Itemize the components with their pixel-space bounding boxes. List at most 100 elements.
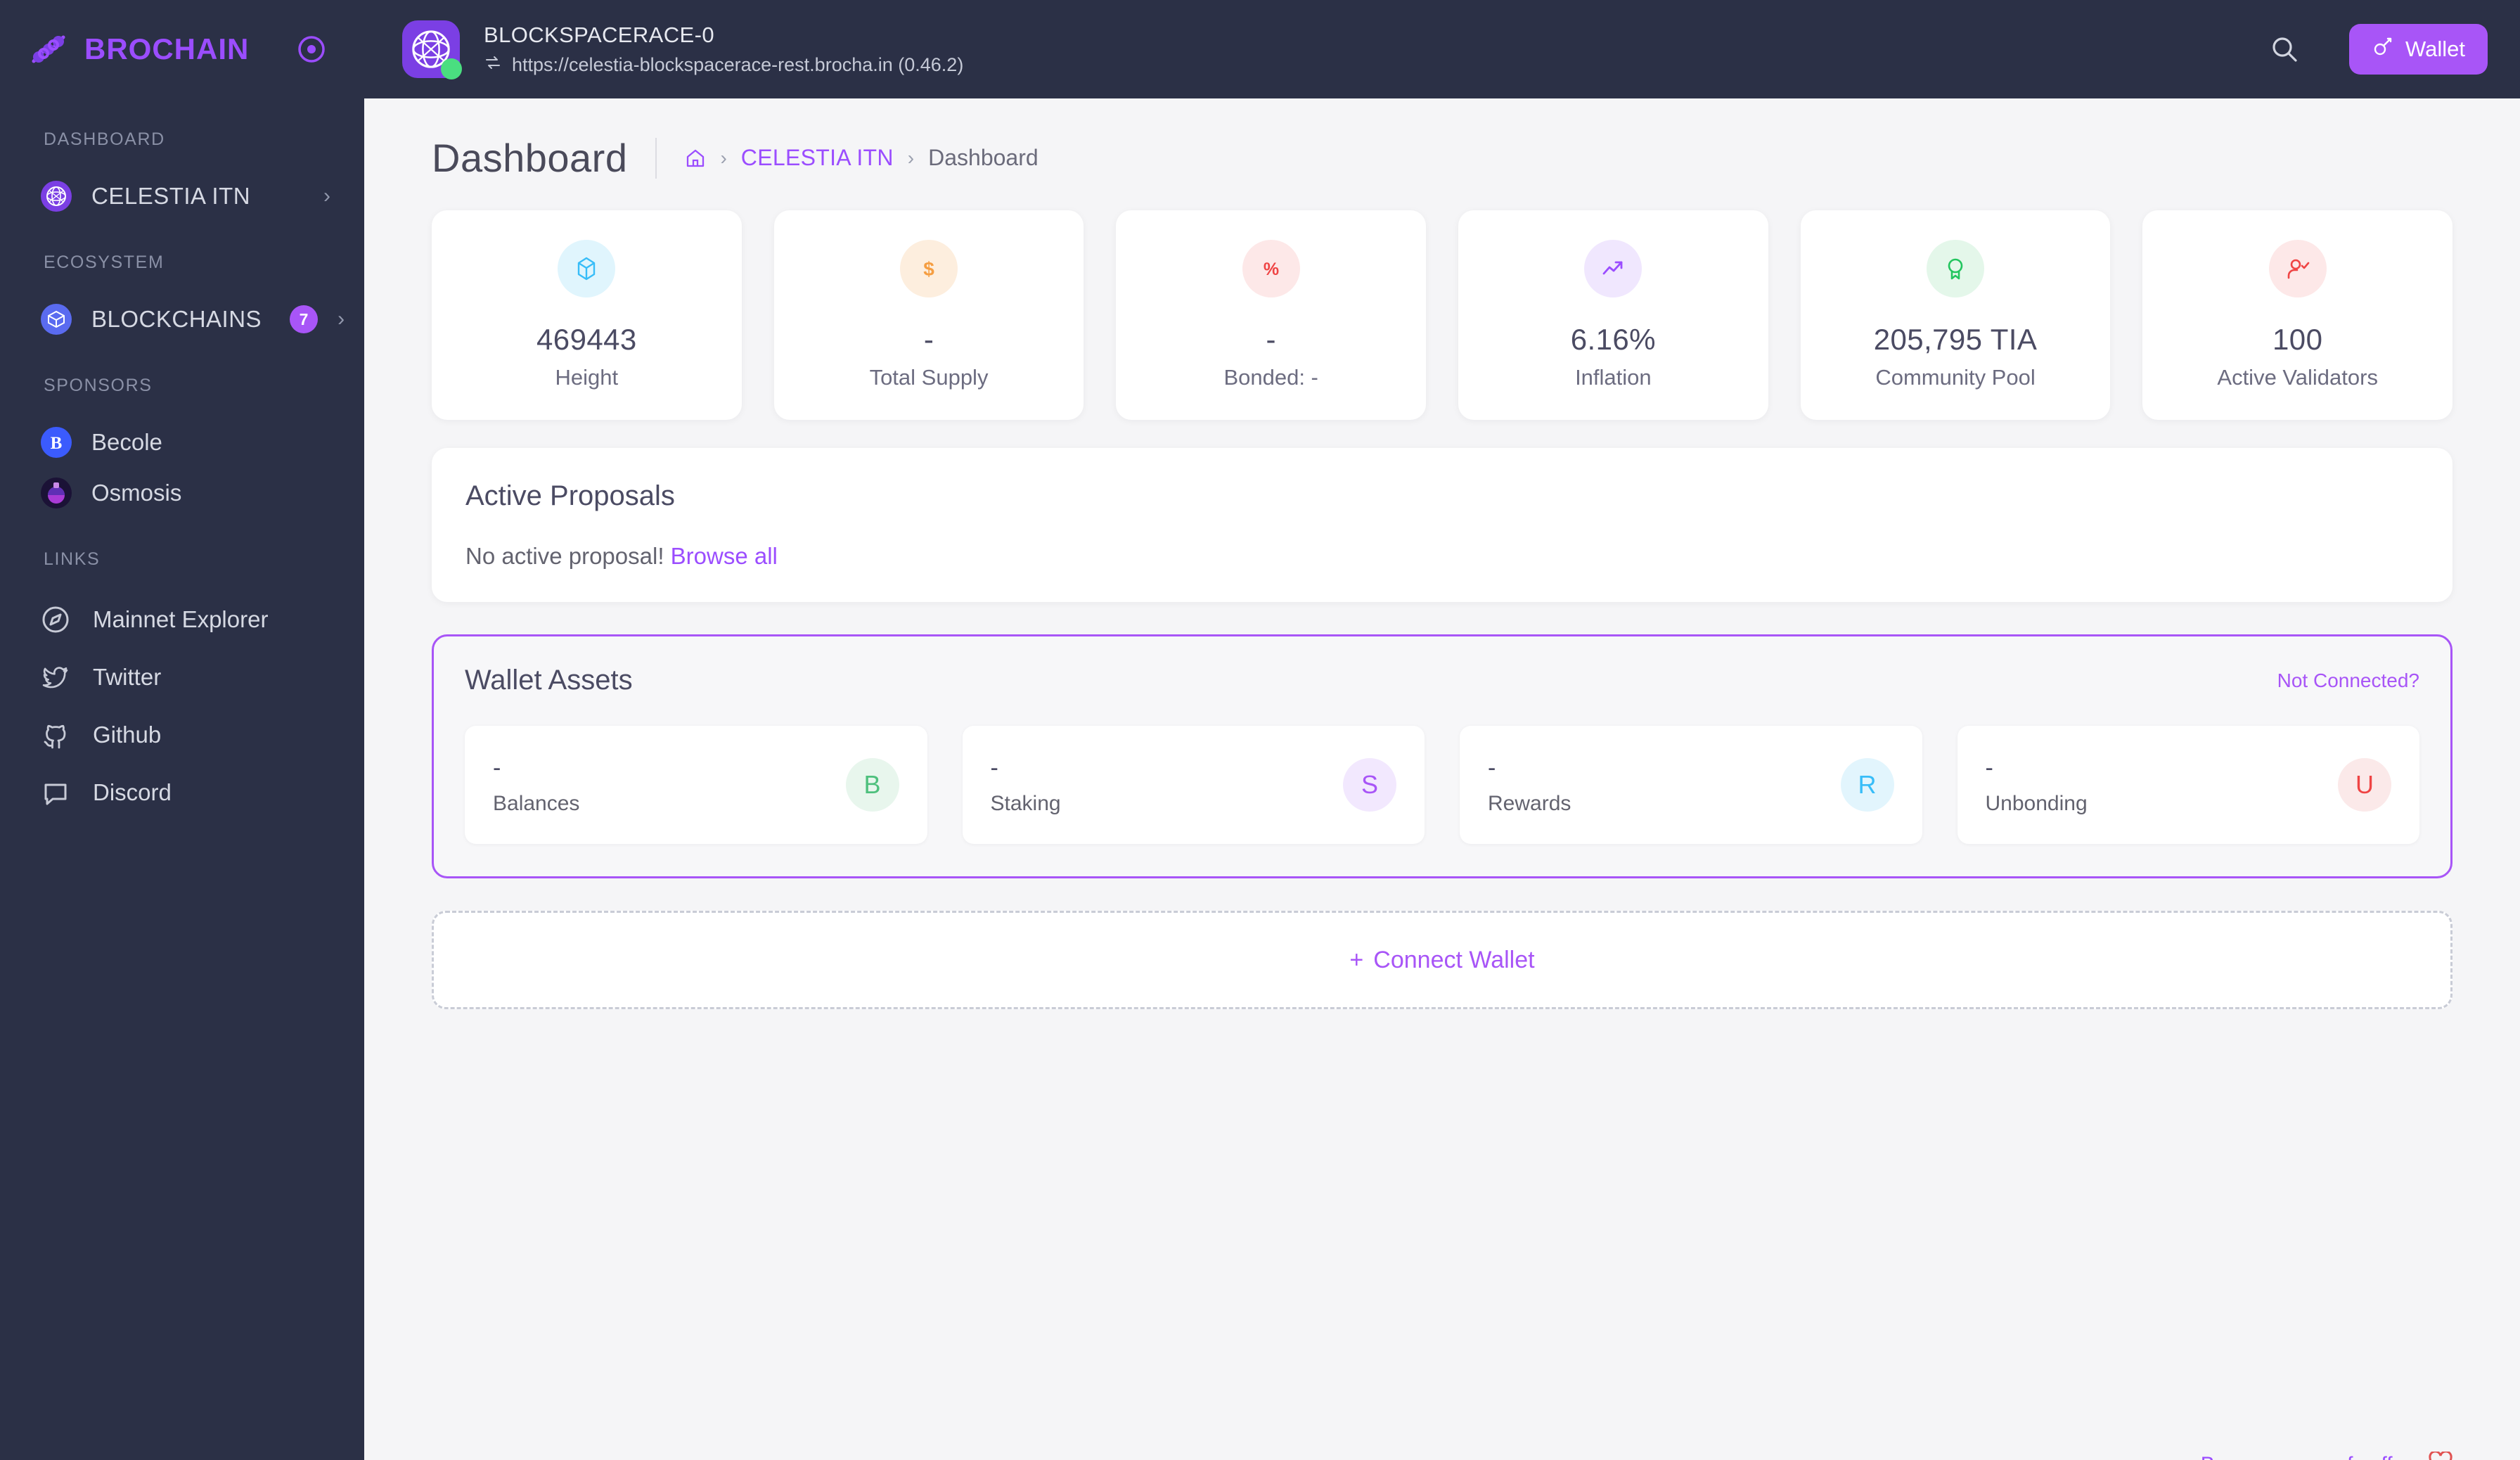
- stat-label: Active Validators: [2217, 365, 2378, 390]
- buy-coffee-link[interactable]: Buy me a cup of coffee: [2201, 1450, 2452, 1460]
- sidebar-item-celestia-itn[interactable]: CELESTIA ITN ›: [0, 171, 364, 222]
- not-connected-link[interactable]: Not Connected?: [2277, 670, 2419, 692]
- chain-status-dot: [441, 58, 462, 79]
- becole-logo-icon: B: [41, 427, 72, 458]
- user-check-icon: [2268, 240, 2327, 297]
- chat-bubble-icon: [39, 776, 72, 809]
- wallet-asset-rewards: - Rewards R: [1460, 726, 1922, 844]
- key-icon: [2372, 35, 2394, 63]
- wallet-asset-value: -: [1488, 754, 1496, 781]
- active-proposals-panel: Active Proposals No active proposal! Bro…: [432, 448, 2452, 602]
- avatar: U: [2338, 758, 2391, 812]
- stat-label: Community Pool: [1875, 365, 2036, 390]
- app-root: BROCHAIN DASHBOARD CELESTIA ITN › ECOSYS…: [0, 0, 2520, 1460]
- plus-icon: +: [1349, 946, 1364, 973]
- avatar: S: [1343, 758, 1396, 812]
- buy-coffee-label: Buy me a cup of coffee: [2201, 1453, 2416, 1460]
- svg-text:%: %: [1264, 260, 1279, 279]
- wallet-asset-staking: - Staking S: [962, 726, 1425, 844]
- chain-meta: BLOCKSPACERACE-0 https://celestia-blocks…: [484, 23, 963, 77]
- wallet-button-label: Wallet: [2405, 37, 2465, 61]
- panel-title: Active Proposals: [465, 480, 675, 511]
- browse-all-link[interactable]: Browse all: [671, 543, 778, 569]
- wallet-assets-header: Wallet Assets Not Connected?: [465, 665, 2419, 696]
- sidebar-item-github[interactable]: Github: [0, 706, 364, 764]
- chevron-right-icon: ›: [323, 184, 330, 207]
- sidebar: BROCHAIN DASHBOARD CELESTIA ITN › ECOSYS…: [0, 0, 364, 1460]
- divider: [655, 137, 657, 179]
- connect-wallet-button[interactable]: + Connect Wallet: [432, 911, 2452, 1009]
- target-circle-icon[interactable]: [295, 33, 328, 65]
- breadcrumb: › CELESTIA ITN › Dashboard: [685, 145, 1039, 171]
- compass-icon: [39, 603, 72, 636]
- no-proposal-text: No active proposal!: [465, 543, 664, 569]
- search-icon[interactable]: [2265, 30, 2304, 69]
- brand-name: BROCHAIN: [84, 32, 250, 65]
- stat-label: Inflation: [1575, 365, 1652, 390]
- sidebar-item-label: Mainnet Explorer: [93, 606, 269, 632]
- sidebar-item-label: Github: [93, 722, 162, 748]
- svg-text:$: $: [923, 258, 934, 280]
- blockchains-count-badge: 7: [290, 305, 319, 333]
- trending-up-icon: [1584, 240, 1642, 297]
- stat-card-community-pool: 205,795 TIA Community Pool: [1800, 210, 2111, 420]
- footer: Buy me a cup of coffee: [364, 1429, 2520, 1460]
- brand-header: BROCHAIN: [0, 0, 364, 98]
- award-icon: [1927, 240, 1985, 297]
- sidebar-item-twitter[interactable]: Twitter: [0, 648, 364, 706]
- home-icon[interactable]: [685, 148, 706, 169]
- breadcrumb-current: Dashboard: [928, 145, 1039, 170]
- sidebar-item-discord[interactable]: Discord: [0, 764, 364, 821]
- sidebar-item-label: Discord: [93, 779, 172, 805]
- panel-body: No active proposal! Browse all: [465, 543, 2419, 570]
- wallet-asset-label: Balances: [493, 791, 580, 815]
- breadcrumb-chain[interactable]: CELESTIA ITN: [741, 145, 894, 171]
- section-label-dashboard: DASHBOARD: [44, 129, 165, 149]
- chain-endpoint-row[interactable]: https://celestia-blockspacerace-rest.bro…: [484, 53, 963, 77]
- stat-value: 205,795 TIA: [1873, 323, 2038, 356]
- sidebar-item-label: CELESTIA ITN: [91, 183, 251, 209]
- section-label-ecosystem: ECOSYSTEM: [44, 252, 165, 272]
- stat-value: -: [923, 323, 934, 356]
- section-label-links: LINKS: [44, 549, 101, 569]
- sidebar-item-label: BLOCKCHAINS: [91, 306, 262, 332]
- dollar-icon: $: [900, 240, 958, 297]
- stat-label: Height: [555, 365, 619, 390]
- wallet-asset-row: - Balances B - Staking S - Rewards R - U…: [465, 726, 2419, 844]
- wallet-asset-unbonding: - Unbonding U: [1957, 726, 2419, 844]
- wallet-asset-label: Rewards: [1488, 791, 1571, 815]
- wallet-asset-label: Staking: [990, 791, 1061, 815]
- stat-value: 6.16%: [1570, 323, 1656, 356]
- avatar: B: [845, 758, 899, 812]
- topbar: BLOCKSPACERACE-0 https://celestia-blocks…: [364, 0, 2520, 98]
- wallet-asset-value: -: [1985, 754, 1993, 781]
- stat-card-inflation: 6.16% Inflation: [1458, 210, 1768, 420]
- stat-value: -: [1266, 323, 1276, 356]
- sidebar-item-mainnet-explorer[interactable]: Mainnet Explorer: [0, 591, 364, 648]
- page-header: Dashboard › CELESTIA ITN › Dashboard: [432, 98, 2452, 210]
- heart-icon: [2429, 1450, 2452, 1460]
- breadcrumb-separator: ›: [907, 146, 915, 169]
- wallet-assets-title: Wallet Assets: [465, 665, 633, 696]
- wallet-button[interactable]: Wallet: [2349, 24, 2488, 75]
- chain-link-icon: [28, 32, 69, 67]
- page-content: Dashboard › CELESTIA ITN › Dashboard 469…: [364, 98, 2520, 1460]
- wallet-assets-panel: Wallet Assets Not Connected? - Balances …: [432, 634, 2452, 878]
- page-title: Dashboard: [432, 136, 628, 180]
- percent-icon: %: [1242, 240, 1300, 297]
- main-area: BLOCKSPACERACE-0 https://celestia-blocks…: [364, 0, 2520, 1460]
- sidebar-item-label: Osmosis: [91, 480, 182, 506]
- stat-card-row: 469443 Height $ - Total Supply % - Bonde…: [432, 210, 2453, 420]
- wallet-asset-balances: - Balances B: [465, 726, 927, 844]
- stat-value: 469443: [536, 323, 637, 356]
- chain-endpoint-text: https://celestia-blockspacerace-rest.bro…: [512, 53, 964, 75]
- sidebar-item-becole[interactable]: B Becole: [0, 417, 364, 468]
- chain-avatar: [402, 20, 462, 79]
- stat-card-bonded: % - Bonded: -: [1116, 210, 1427, 420]
- breadcrumb-separator: ›: [720, 146, 727, 169]
- stat-label: Total Supply: [869, 365, 989, 390]
- chain-name: BLOCKSPACERACE-0: [484, 22, 714, 47]
- sidebar-item-osmosis[interactable]: Osmosis: [0, 468, 364, 518]
- wallet-asset-label: Unbonding: [1985, 791, 2088, 815]
- sidebar-item-blockchains[interactable]: BLOCKCHAINS 7 ›: [0, 294, 364, 345]
